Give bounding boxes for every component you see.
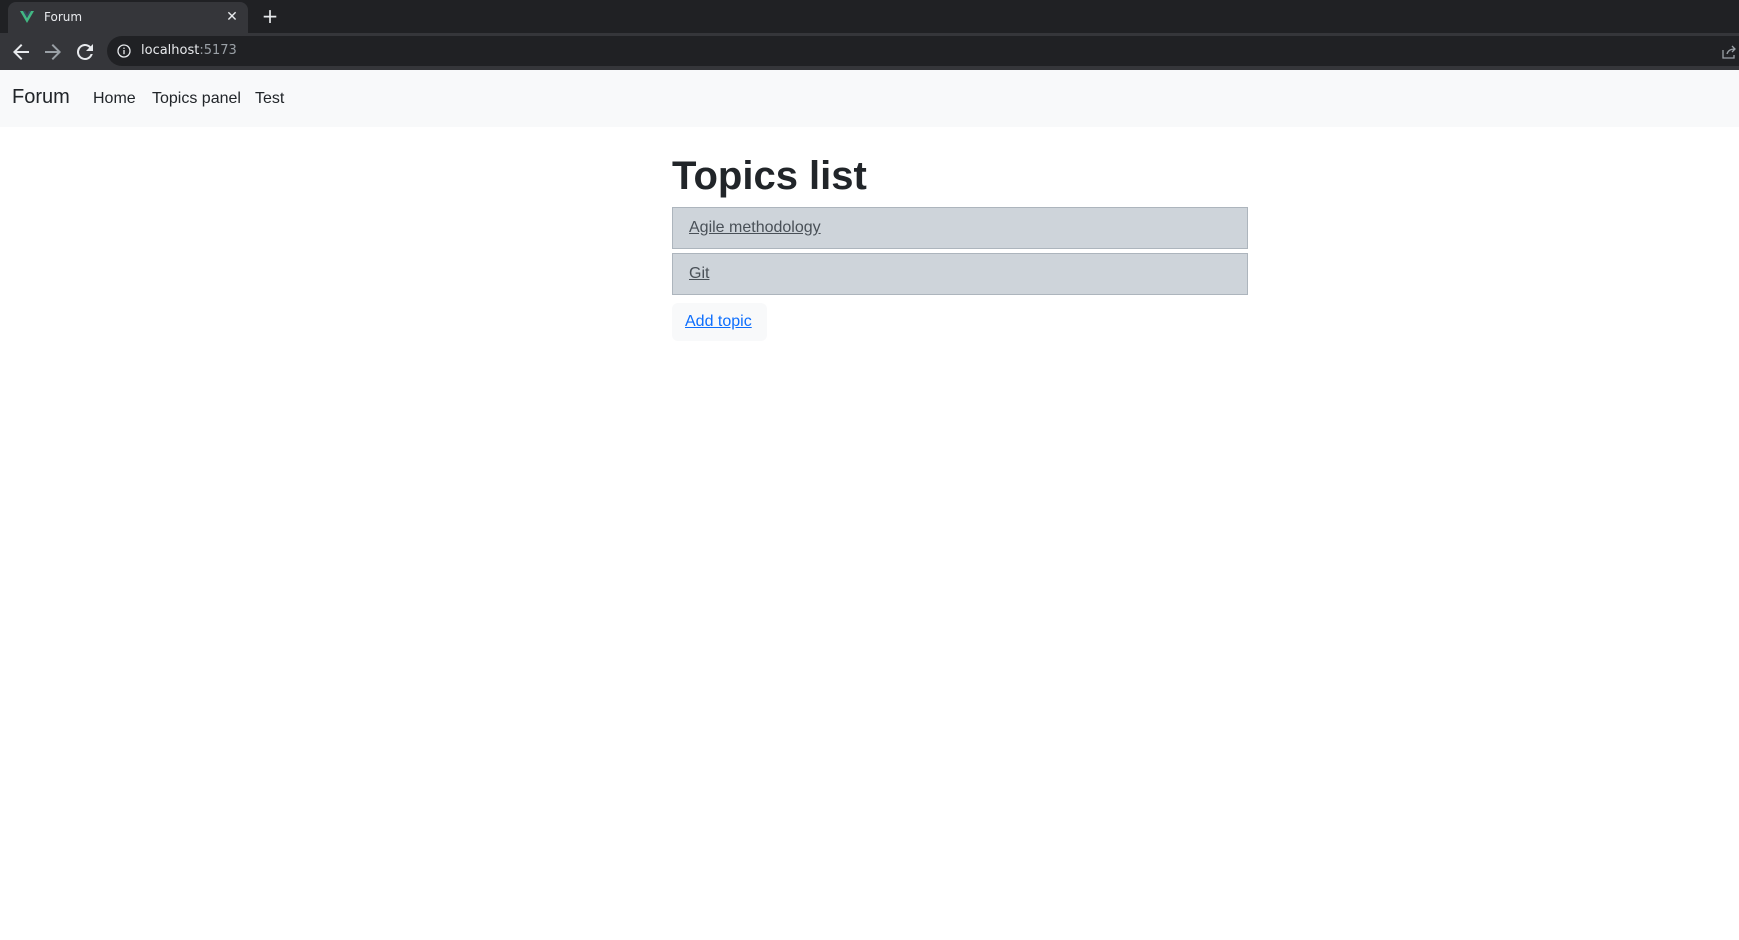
url-text: localhost:5173 — [141, 43, 237, 58]
tab-close-icon[interactable]: ✕ — [224, 9, 240, 25]
tab-title: Forum — [44, 10, 83, 24]
page-title: Topics list — [672, 154, 867, 198]
forward-arrow-icon[interactable] — [41, 40, 65, 64]
address-bar[interactable]: localhost:5173 — [107, 36, 1739, 66]
add-topic-button[interactable]: Add topic — [672, 303, 767, 341]
list-item: Agile methodology — [672, 207, 1248, 249]
topic-link[interactable]: Git — [689, 265, 709, 283]
site-navbar: Forum Home Topics panel Test — [0, 70, 1739, 127]
share-icon[interactable] — [1721, 44, 1737, 60]
url-port: :5173 — [199, 43, 237, 58]
nav-link-home[interactable]: Home — [93, 90, 136, 108]
info-icon[interactable] — [117, 44, 131, 58]
url-host: localhost — [141, 43, 200, 58]
add-topic-link[interactable]: Add topic — [685, 313, 752, 331]
nav-link-topics-panel[interactable]: Topics panel — [152, 90, 241, 108]
browser-tab-strip: Forum ✕ + — [0, 0, 1739, 33]
new-tab-icon[interactable]: + — [259, 5, 281, 27]
vue-logo-icon — [20, 11, 34, 23]
topic-list: Agile methodology Git — [672, 207, 1248, 299]
topic-link[interactable]: Agile methodology — [689, 219, 821, 237]
browser-toolbar: localhost:5173 — [0, 33, 1739, 70]
reload-icon[interactable] — [73, 40, 97, 64]
nav-link-test[interactable]: Test — [255, 90, 284, 108]
browser-tab[interactable]: Forum ✕ — [8, 2, 248, 33]
back-arrow-icon[interactable] — [9, 40, 33, 64]
brand-link[interactable]: Forum — [12, 86, 70, 109]
list-item: Git — [672, 253, 1248, 295]
